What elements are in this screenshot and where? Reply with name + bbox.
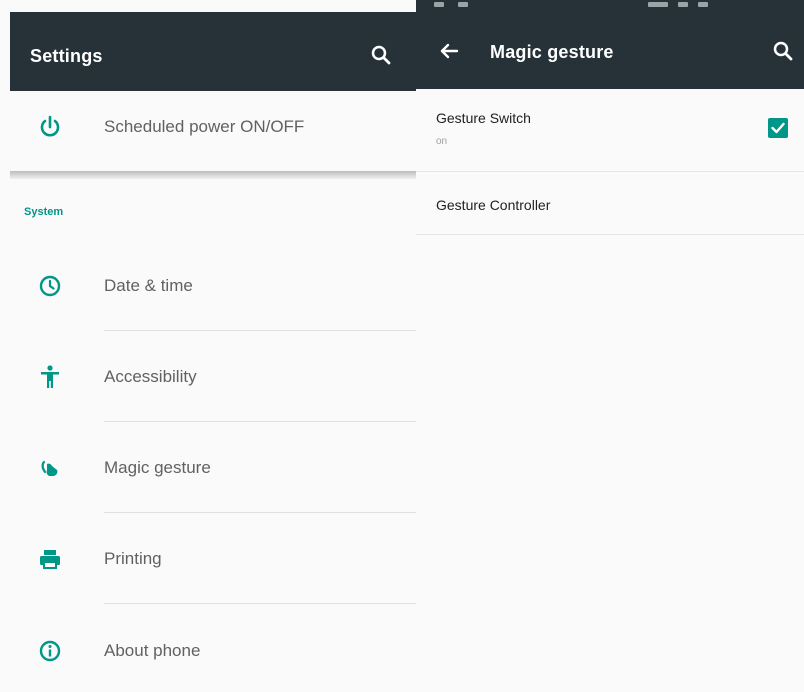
section-header-system: System (24, 206, 64, 218)
battery-icon (678, 2, 688, 7)
pref-summary: on (436, 136, 448, 147)
status-icon (698, 2, 708, 7)
pref-gesture-switch[interactable]: Gesture Switch on (416, 89, 804, 172)
page-title: Settings (30, 46, 103, 66)
settings-item-date-time[interactable]: Date & time (10, 240, 416, 331)
settings-item-label: About phone (104, 641, 201, 660)
settings-toolbar: Settings (10, 12, 416, 91)
settings-item-label: Printing (104, 549, 162, 568)
power-icon (36, 113, 64, 141)
pref-title: Gesture Controller (436, 197, 551, 213)
magic-gesture-toolbar: Magic gesture (416, 8, 804, 89)
clock-icon (36, 272, 64, 300)
signal-icon (648, 2, 668, 7)
printer-icon (36, 545, 64, 573)
section-divider (10, 171, 416, 179)
settings-item-label: Magic gesture (104, 458, 211, 477)
search-icon[interactable] (368, 42, 394, 68)
pref-gesture-controller[interactable]: Gesture Controller (416, 172, 804, 235)
magic-gesture-screen: Magic gesture Gesture Switch on Gesture … (416, 0, 804, 692)
settings-item-printing[interactable]: Printing (10, 513, 416, 604)
search-icon[interactable] (770, 38, 796, 64)
gesture-switch-checkbox[interactable] (768, 118, 788, 138)
divider (416, 234, 804, 235)
status-icon (434, 2, 444, 7)
back-arrow-icon[interactable] (436, 38, 462, 64)
settings-item-scheduled-power[interactable]: Scheduled power ON/OFF (10, 91, 416, 171)
settings-item-label: Accessibility (104, 367, 197, 386)
info-icon (36, 637, 64, 665)
status-bar (416, 0, 804, 8)
settings-item-magic-gesture[interactable]: Magic gesture (10, 422, 416, 513)
settings-item-accessibility[interactable]: Accessibility (10, 331, 416, 422)
settings-item-about-phone[interactable]: About phone (10, 604, 416, 692)
pref-title: Gesture Switch (436, 110, 531, 126)
settings-screen: Settings Scheduled power ON/OFF System D… (0, 0, 416, 692)
page-title: Magic gesture (490, 42, 614, 62)
status-icon (458, 2, 468, 7)
gesture-hand-icon (36, 454, 64, 482)
accessibility-icon (36, 363, 64, 391)
settings-item-label: Date & time (104, 276, 193, 295)
settings-item-label: Scheduled power ON/OFF (104, 117, 305, 136)
